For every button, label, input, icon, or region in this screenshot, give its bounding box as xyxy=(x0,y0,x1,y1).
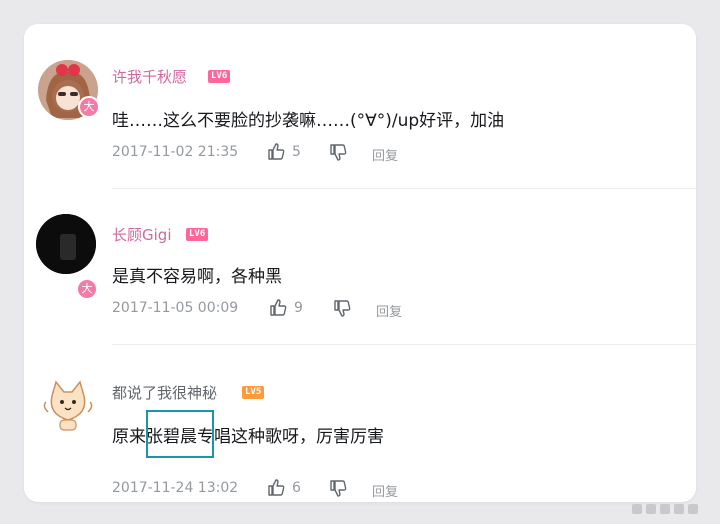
like-icon[interactable] xyxy=(266,478,286,498)
like-count: 5 xyxy=(292,144,301,160)
timestamp: 2017-11-24 13:02 xyxy=(112,480,239,496)
level-badge: LV6 xyxy=(186,228,209,241)
dislike-icon[interactable] xyxy=(332,298,352,318)
comment-text-end: 专唱这种歌呀，厉害厉害 xyxy=(197,427,384,447)
timestamp: 2017-11-02 21:35 xyxy=(112,144,239,160)
watermark-logo xyxy=(632,504,698,514)
comment-item: 都说了我很神秘 LV5 原来张碧晨专唱这种歌呀，厉害厉害 2017-11-24 … xyxy=(24,344,696,502)
reply-button[interactable]: 回复 xyxy=(372,481,398,500)
like-icon[interactable] xyxy=(268,298,288,318)
reply-button[interactable]: 回复 xyxy=(372,145,398,164)
comment-text: 是真不容易啊，各种黑 xyxy=(112,267,282,287)
comment-item: 大 许我千秋愿 LV6 哇……这么不要脸的抄袭嘛……(°∀°)/up好评，加油 … xyxy=(24,24,696,188)
dislike-icon[interactable] xyxy=(328,478,348,498)
like-count: 9 xyxy=(294,300,303,316)
avatar[interactable] xyxy=(38,374,98,434)
comment-text-start: 原来 xyxy=(112,427,146,447)
vip-badge-icon: 大 xyxy=(78,96,100,118)
highlight-box xyxy=(146,410,214,458)
username[interactable]: 许我千秋愿 xyxy=(112,66,187,87)
reply-button[interactable]: 回复 xyxy=(376,301,402,320)
comment-list: 大 许我千秋愿 LV6 哇……这么不要脸的抄袭嘛……(°∀°)/up好评，加油 … xyxy=(24,24,696,502)
avatar[interactable] xyxy=(36,214,96,274)
comment-item: 大 长顾Gigi LV6 是真不容易啊，各种黑 2017-11-05 00:09… xyxy=(24,188,696,344)
like-icon[interactable] xyxy=(266,142,286,162)
username[interactable]: 都说了我很神秘 xyxy=(112,382,217,403)
vip-badge-icon: 大 xyxy=(76,278,98,300)
level-badge: LV6 xyxy=(208,70,231,83)
username[interactable]: 长顾Gigi xyxy=(112,224,171,245)
level-badge: LV5 xyxy=(242,386,265,399)
comment-text: 哇……这么不要脸的抄袭嘛……(°∀°)/up好评，加油 xyxy=(112,111,505,131)
dislike-icon[interactable] xyxy=(328,142,348,162)
like-count: 6 xyxy=(292,480,301,496)
timestamp: 2017-11-05 00:09 xyxy=(112,300,239,316)
